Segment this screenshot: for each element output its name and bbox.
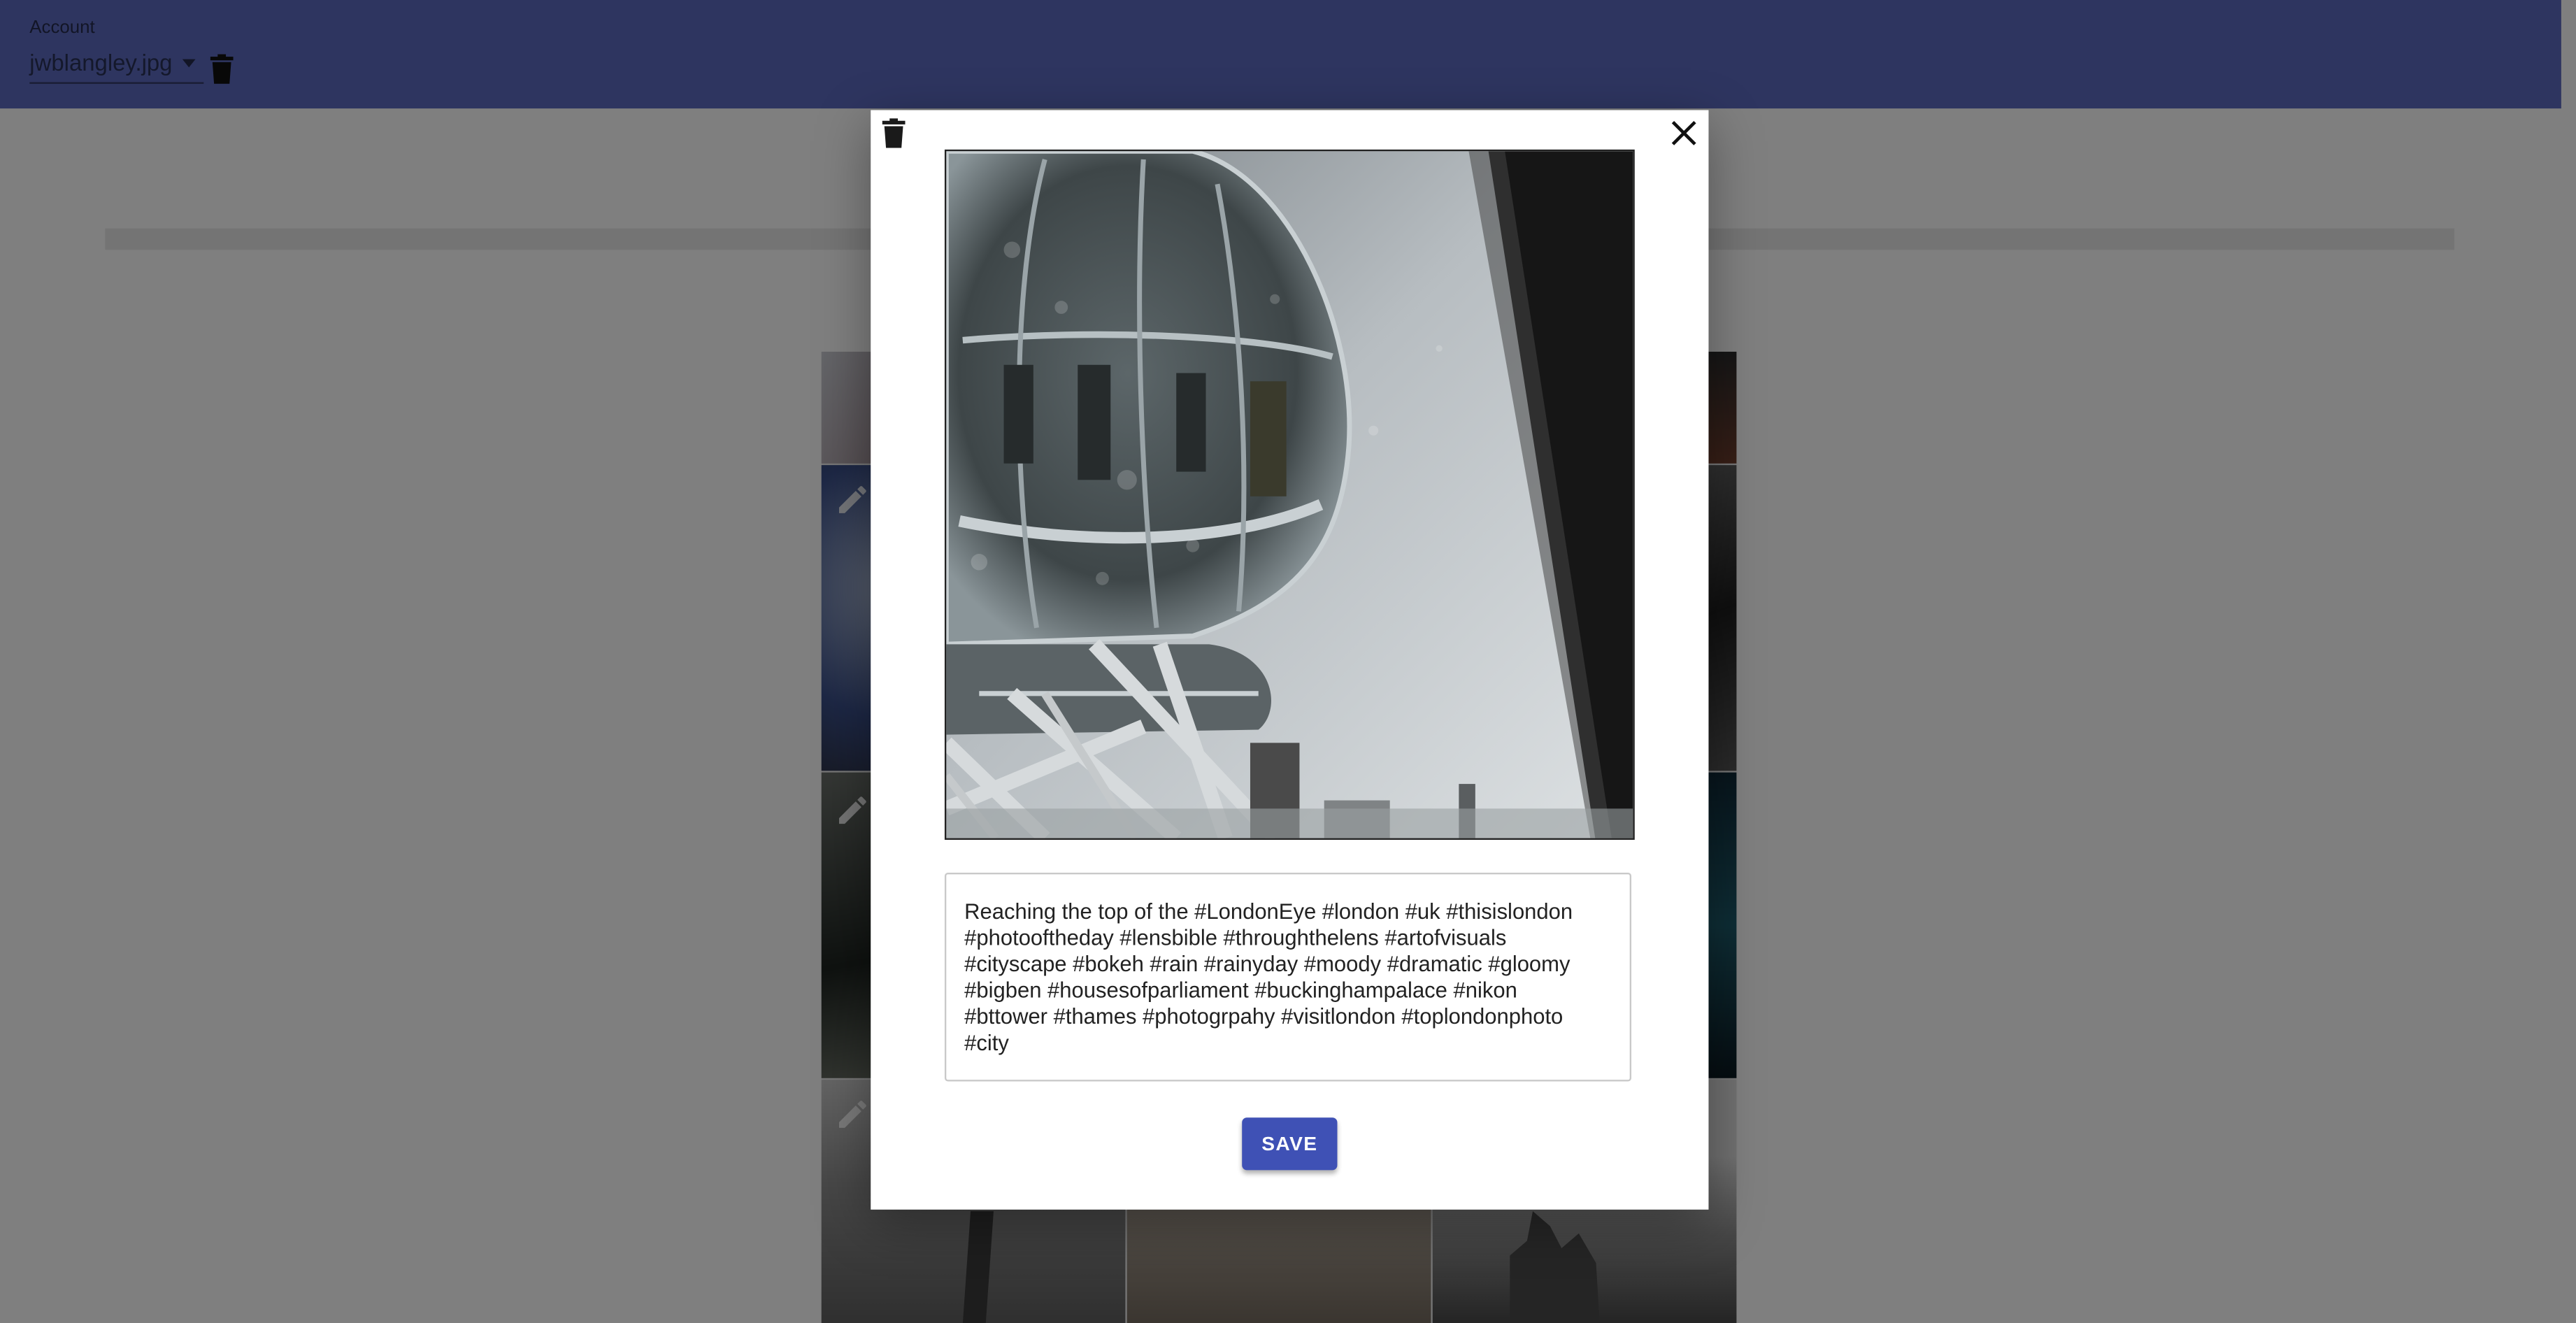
caption-text: Reaching the top of the #LondonEye #lond… — [964, 899, 1573, 1056]
page: Account jwblangley.jpg — [0, 0, 2576, 1323]
london-eye-photo — [946, 151, 1633, 838]
caption-textarea[interactable]: Reaching the top of the #LondonEye #lond… — [944, 873, 1632, 1082]
photo-preview — [944, 149, 1635, 841]
photo-edit-dialog: Reaching the top of the #LondonEye #lond… — [871, 110, 1709, 1210]
close-icon[interactable] — [1670, 120, 1697, 147]
save-button[interactable]: SAVE — [1242, 1117, 1338, 1171]
trash-icon[interactable] — [882, 118, 906, 148]
